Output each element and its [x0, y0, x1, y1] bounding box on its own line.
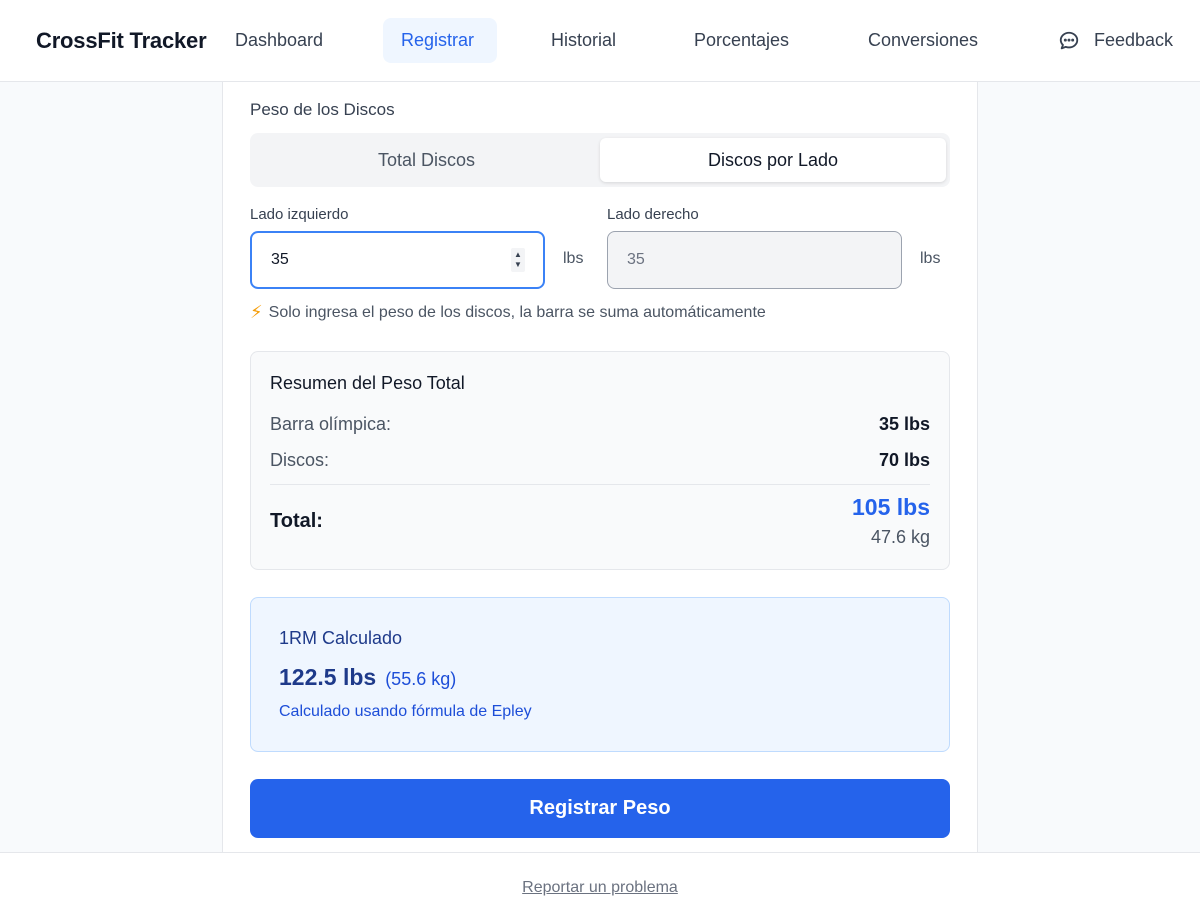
- feedback-button[interactable]: Feedback: [1058, 18, 1173, 63]
- left-side-value: 35: [271, 251, 289, 268]
- one-rm-note: Calculado usando fórmula de Epley: [279, 703, 532, 720]
- number-stepper[interactable]: ▲ ▼: [511, 248, 525, 272]
- one-rm-kg: (55.6 kg): [385, 669, 457, 689]
- app-brand[interactable]: CrossFit Tracker: [36, 28, 207, 54]
- plates-hint: ⚡ Solo ingresa el peso de los discos, la…: [250, 302, 766, 323]
- report-problem-link[interactable]: Reportar un problema: [0, 879, 1200, 897]
- summary-divider: [270, 484, 930, 485]
- plates-label: Discos:: [270, 450, 330, 470]
- hint-text: Solo ingresa el peso de los discos, la b…: [268, 303, 766, 321]
- chat-bubble-icon: [1058, 30, 1080, 52]
- right-side-label: Lado derecho: [607, 206, 699, 223]
- register-weight-button[interactable]: Registrar Peso: [250, 779, 950, 838]
- one-rm-value: 122.5 lbs (55.6 kg): [279, 664, 456, 691]
- register-card: Peso de los Discos Total Discos Discos p…: [222, 82, 978, 853]
- nav-porcentajes[interactable]: Porcentajes: [676, 18, 807, 63]
- top-nav-bar: CrossFit Tracker Dashboard Registrar His…: [0, 0, 1200, 82]
- footer: Reportar un problema: [0, 852, 1200, 924]
- plate-mode-toggle: Total Discos Discos por Lado: [250, 133, 950, 187]
- lightning-icon: ⚡: [250, 302, 263, 322]
- right-side-input: 35: [607, 231, 902, 289]
- nav-conversiones[interactable]: Conversiones: [850, 18, 996, 63]
- total-label: Total:: [270, 510, 323, 532]
- section-label: Peso de los Discos: [250, 100, 395, 119]
- left-side-input[interactable]: 35 ▲ ▼: [250, 231, 545, 289]
- left-unit: lbs: [563, 250, 584, 267]
- toggle-total-discos[interactable]: Total Discos: [254, 138, 599, 182]
- stepper-up-icon[interactable]: ▲: [514, 250, 522, 260]
- left-side-label: Lado izquierdo: [250, 206, 349, 223]
- weight-summary: Resumen del Peso Total Barra olímpica: 3…: [250, 351, 950, 570]
- one-rm-lbs: 122.5 lbs: [279, 664, 377, 690]
- toggle-discos-por-lado[interactable]: Discos por Lado: [600, 138, 946, 182]
- right-side-value: 35: [627, 251, 645, 268]
- right-unit: lbs: [920, 250, 941, 267]
- one-rm-title: 1RM Calculado: [279, 628, 403, 648]
- nav-registrar[interactable]: Registrar: [383, 18, 497, 63]
- total-kg-value: 47.6 kg: [870, 527, 930, 547]
- stepper-down-icon[interactable]: ▼: [514, 260, 522, 270]
- plates-value: 70 lbs: [878, 450, 930, 470]
- one-rm-box: 1RM Calculado 122.5 lbs (55.6 kg) Calcul…: [250, 597, 950, 752]
- nav-historial[interactable]: Historial: [533, 18, 634, 63]
- nav-dashboard[interactable]: Dashboard: [217, 18, 341, 63]
- summary-title: Resumen del Peso Total: [270, 373, 465, 393]
- feedback-label: Feedback: [1094, 30, 1174, 50]
- bar-value: 35 lbs: [878, 414, 930, 434]
- total-lbs-value: 105 lbs: [852, 494, 930, 520]
- bar-label: Barra olímpica:: [270, 414, 392, 434]
